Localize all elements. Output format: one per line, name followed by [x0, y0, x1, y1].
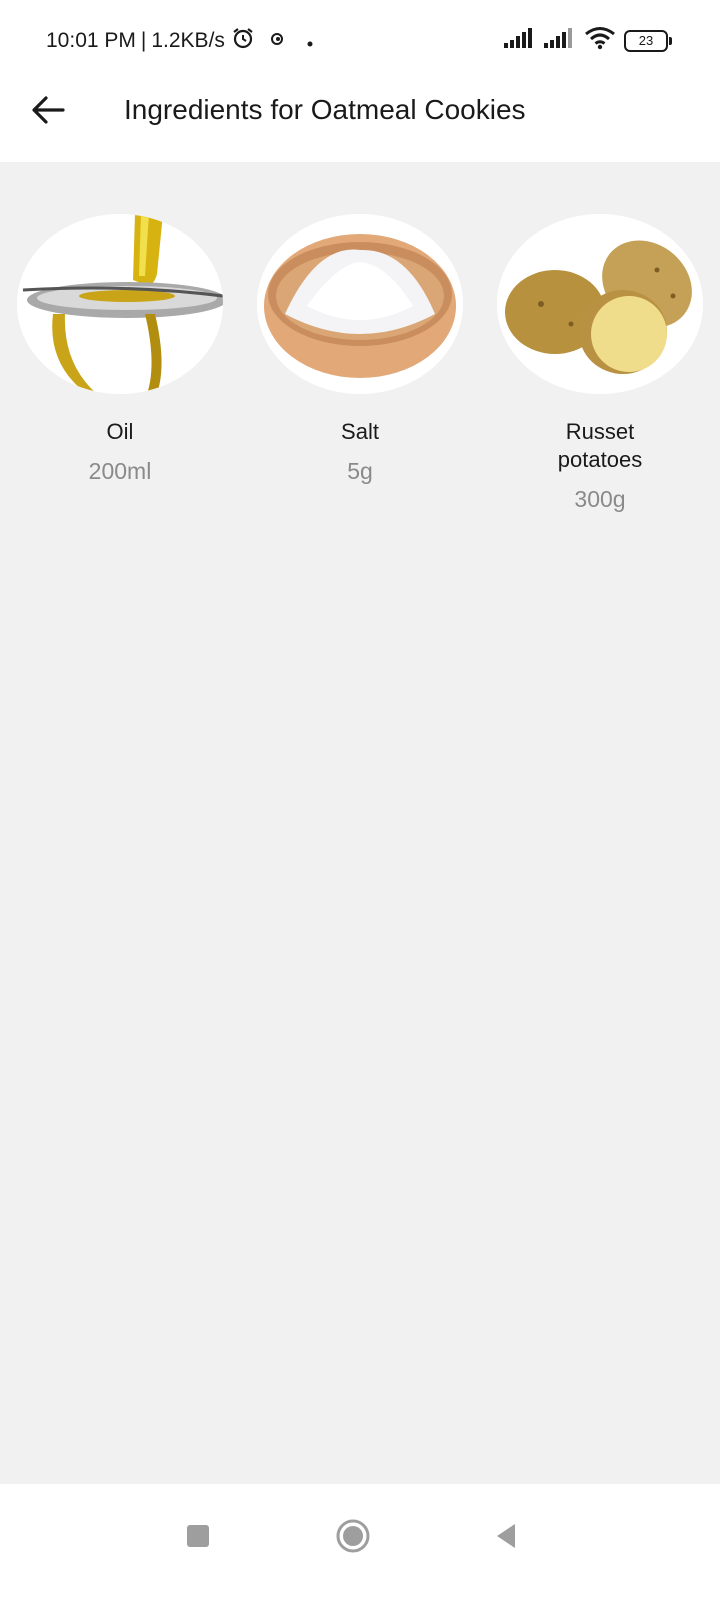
status-left: 10:01 PM | 1.2KB/s: [46, 26, 313, 56]
system-nav-bar: [0, 1484, 720, 1600]
back-button[interactable]: [26, 90, 70, 134]
dot-icon: [307, 29, 313, 53]
ingredient-quantity: 300g: [574, 486, 626, 512]
status-separator: |: [140, 29, 147, 52]
back-triangle-icon: [493, 1522, 519, 1555]
potatoes-image: [497, 214, 703, 394]
ingredient-item-oil[interactable]: Oil 200ml: [0, 214, 240, 513]
oil-image: [17, 214, 223, 394]
wifi-icon: [584, 26, 616, 55]
recents-button[interactable]: [168, 1508, 228, 1568]
page-title: Ingredients for Oatmeal Cookies: [124, 94, 526, 125]
battery-icon: 23: [624, 29, 672, 52]
ingredients-list: Oil 200ml Salt 5g Russet potatoes 300g: [0, 214, 720, 513]
recents-icon: [185, 1523, 211, 1554]
status-bar: 10:01 PM | 1.2KB/s 23: [0, 0, 720, 80]
ingredient-quantity: 200ml: [88, 458, 152, 484]
home-button[interactable]: [323, 1508, 383, 1568]
ingredient-name: Russet potatoes: [557, 419, 643, 472]
alarm-icon: [231, 26, 255, 56]
signal-icon: [504, 28, 536, 53]
status-right: 23: [496, 26, 672, 55]
ingredient-name: Salt: [341, 419, 379, 444]
arrow-left-icon: [31, 95, 65, 130]
home-icon: [335, 1518, 371, 1559]
nav-back-button[interactable]: [476, 1508, 536, 1568]
ingredient-quantity: 5g: [347, 458, 373, 484]
ingredient-item-salt[interactable]: Salt 5g: [240, 214, 480, 513]
notification-icon: [269, 29, 285, 53]
app-bar: Ingredients for Oatmeal Cookies: [0, 80, 720, 162]
ingredient-item-russet-potatoes[interactable]: Russet potatoes 300g: [480, 214, 720, 513]
signal-icon: [544, 28, 576, 53]
status-time: 10:01 PM: [46, 29, 136, 52]
salt-image: [257, 214, 463, 394]
ingredient-name: Oil: [106, 419, 134, 444]
network-speed: 1.2KB/s: [151, 29, 225, 52]
